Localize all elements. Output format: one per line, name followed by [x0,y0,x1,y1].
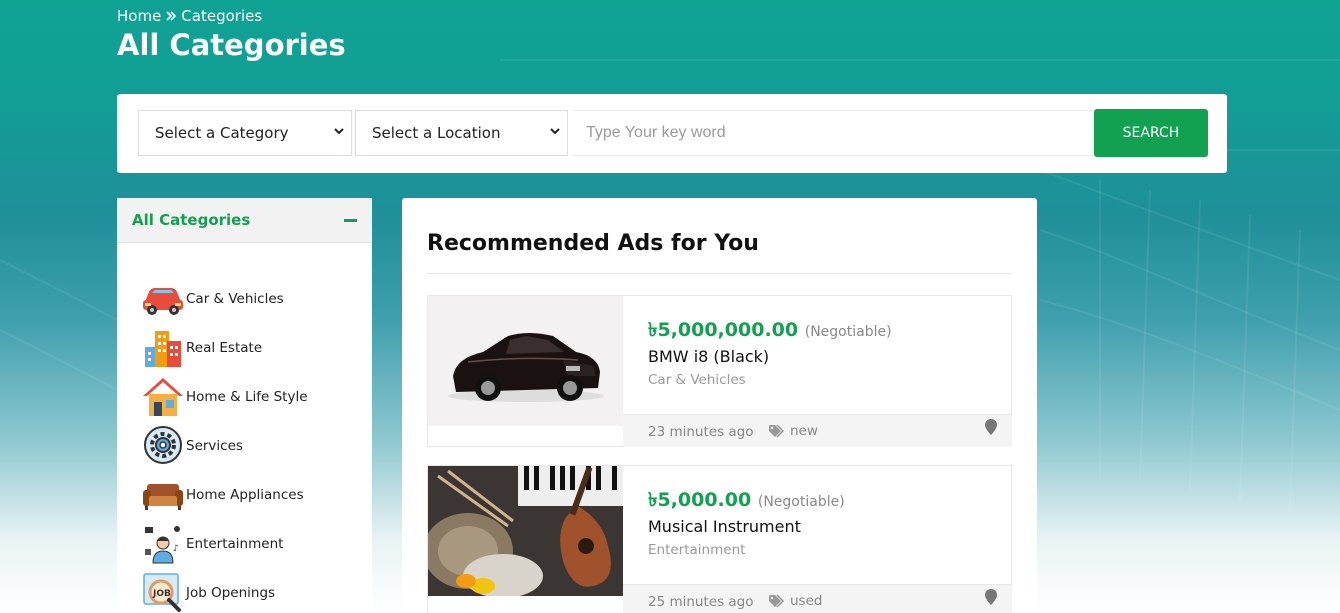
ad-time: 25 minutes ago [648,594,754,610]
chevron-down-icon [550,128,560,135]
collapse-minus-icon[interactable] [344,218,357,222]
ad-footer: 25 minutes ago used [623,584,1012,613]
sidebar-item-label: Home & Life Style [186,388,308,405]
sidebar-item-label: Car & Vehicles [186,290,284,307]
sofa-icon [143,483,183,510]
location-pin-icon[interactable] [984,418,998,436]
ad-listing[interactable]: ৳5,000.00 (Negotiable) Musical Instrumen… [427,465,1012,613]
entertainment-icon: ♪ [145,525,180,563]
ad-category[interactable]: Car & Vehicles [648,372,746,388]
ad-price: ৳5,000.00 (Negotiable) [648,486,845,518]
sidebar-item-entertainment[interactable]: ♪ Entertainment [117,518,372,567]
sidebar-item-label: Job Openings [186,584,276,601]
sidebar-item-label: Entertainment [186,535,284,552]
recommended-ads-title: Recommended Ads for You [427,231,759,256]
ad-condition-label: new [790,423,818,439]
musical-instrument-ad-image[interactable] [428,466,623,596]
sidebar-header[interactable]: All Categories [117,198,372,243]
category-list: Car & Vehicles Real Estate Home & Life S… [117,243,372,613]
keyword-input[interactable] [571,110,1094,156]
ad-footer: 23 minutes ago new [623,414,1012,447]
svg-text:JOB: JOB [152,589,171,599]
sidebar-heading: All Categories [132,211,251,229]
job-search-icon: JOB [143,572,181,612]
ad-condition: used [768,593,822,609]
title-divider [427,273,1012,274]
recommended-ads-card: Recommended Ads for You ৳5,000,000.00 (N… [402,198,1037,613]
ad-negotiable: (Negotiable) [804,324,892,340]
house-icon [143,377,183,416]
category-select[interactable]: Select a Category [138,110,352,156]
page-title: All Categories [117,28,346,62]
ad-condition: new [768,423,818,439]
sidebar-item-job-openings[interactable]: JOB Job Openings [117,567,372,613]
ad-price-value: ৳5,000,000.00 [648,319,799,341]
category-sidebar: All Categories Car & Vehicles Real Estat… [117,198,372,613]
car-ad-image[interactable] [428,296,623,426]
svg-text:♪: ♪ [173,544,179,554]
ad-listing[interactable]: ৳5,000,000.00 (Negotiable) BMW i8 (Black… [427,295,1012,447]
sidebar-item-home-appliances[interactable]: Home Appliances [117,469,372,518]
sidebar-item-label: Real Estate [186,339,263,356]
ad-category[interactable]: Entertainment [648,542,745,558]
sidebar-item-label: Services [186,437,243,454]
ad-title[interactable]: BMW i8 (Black) [648,347,769,366]
ad-condition-label: used [790,593,823,609]
sidebar-item-car-vehicles[interactable]: Car & Vehicles [117,273,372,322]
ad-time: 23 minutes ago [648,424,754,440]
location-select-value: Select a Location [372,124,501,142]
breadcrumb-current: Categories [181,7,263,25]
sidebar-item-real-estate[interactable]: Real Estate [117,322,372,371]
tag-icon [769,594,785,608]
location-pin-icon[interactable] [984,588,998,606]
search-panel: Select a Category Select a Location SEAR… [117,94,1227,173]
ad-price: ৳5,000,000.00 (Negotiable) [648,316,892,348]
breadcrumb: Home Categories [117,7,262,25]
ad-negotiable: (Negotiable) [757,494,845,510]
ad-title[interactable]: Musical Instrument [648,517,801,536]
search-button[interactable]: SEARCH [1094,109,1208,157]
location-select[interactable]: Select a Location [355,110,568,156]
buildings-icon [145,330,181,367]
chevron-down-icon [334,128,344,135]
tag-icon [769,424,785,438]
category-select-value: Select a Category [155,124,289,142]
sidebar-item-services[interactable]: Services [117,420,372,469]
breadcrumb-home-link[interactable]: Home [117,7,161,25]
car-icon [143,287,183,315]
double-chevron-right-icon [166,11,177,21]
sidebar-item-home-life-style[interactable]: Home & Life Style [117,371,372,420]
ad-price-value: ৳5,000.00 [648,489,752,511]
gear-icon [144,425,182,464]
sidebar-item-label: Home Appliances [186,486,304,503]
